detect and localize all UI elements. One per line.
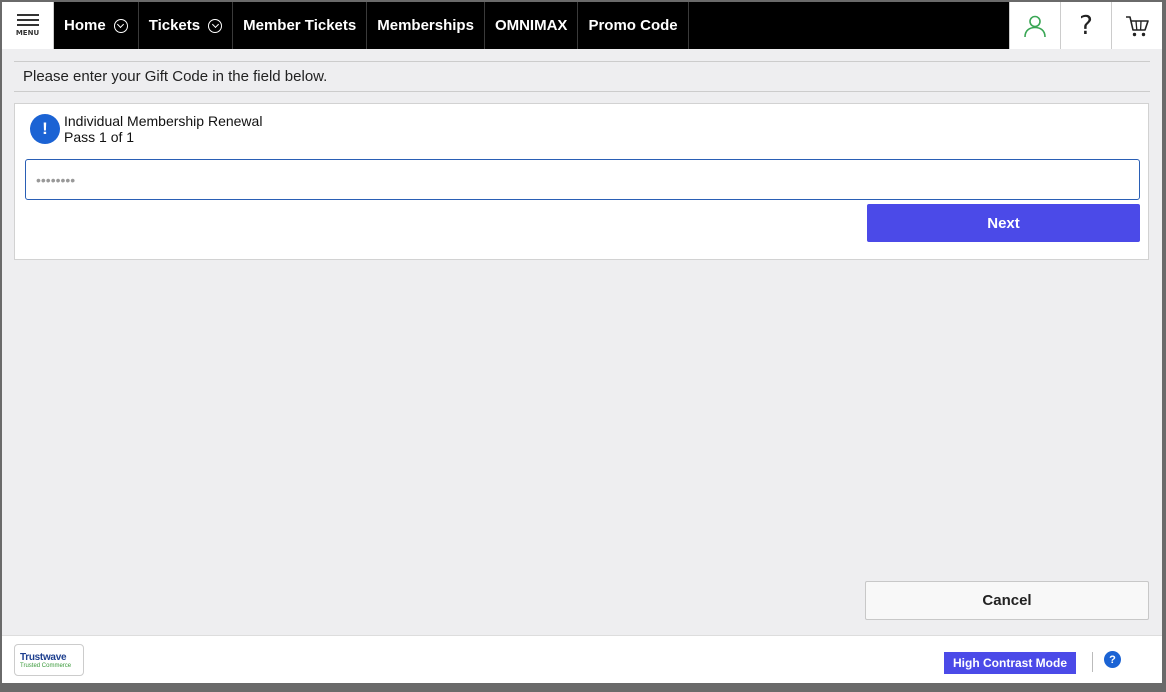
nav-item-label: Promo Code xyxy=(588,17,678,34)
nav-item-label: Member Tickets xyxy=(243,17,357,34)
nav-item-home[interactable]: Home xyxy=(54,2,139,49)
nav-item-label: Tickets xyxy=(148,17,201,34)
info-icon: ! xyxy=(30,114,60,144)
nav-item-omnimax[interactable]: OMNIMAX xyxy=(485,2,579,49)
gift-code-input[interactable] xyxy=(25,159,1140,200)
help-icon[interactable]: ? xyxy=(1104,651,1121,668)
trustwave-subtitle: Trusted Commerce xyxy=(20,662,72,669)
pass-card: ! Individual Membership Renewal Pass 1 o… xyxy=(14,103,1149,260)
cart-icon xyxy=(1126,15,1149,36)
top-navigation-bar: MENU Home Tickets Member Tickets Members… xyxy=(2,2,1162,49)
cancel-button[interactable]: Cancel xyxy=(865,581,1149,620)
chevron-down-icon xyxy=(208,18,223,33)
next-button[interactable]: Next xyxy=(867,204,1140,242)
nav-item-member-tickets[interactable]: Member Tickets xyxy=(233,2,368,49)
cart-button[interactable] xyxy=(1111,2,1162,49)
trustwave-badge[interactable]: Trustwave Trusted Commerce xyxy=(14,644,84,676)
help-icon: ? xyxy=(1079,10,1093,41)
high-contrast-mode-button[interactable]: High Contrast Mode xyxy=(944,652,1076,674)
footer: Trustwave Trusted Commerce High Contrast… xyxy=(2,635,1162,683)
nav-item-promo-code[interactable]: Promo Code xyxy=(578,2,689,49)
menu-label: MENU xyxy=(15,29,40,37)
gift-code-panel: Please enter your Gift Code in the field… xyxy=(2,49,1162,635)
nav-item-label: Home xyxy=(64,17,106,34)
divider xyxy=(14,91,1150,92)
nav-item-tickets[interactable]: Tickets xyxy=(139,2,234,49)
divider xyxy=(1092,652,1093,672)
divider xyxy=(14,61,1150,62)
pass-count: Pass 1 of 1 xyxy=(64,129,135,145)
nav-item-memberships[interactable]: Memberships xyxy=(367,2,485,49)
nav-item-label: OMNIMAX xyxy=(494,17,568,34)
nav-item-label: Memberships xyxy=(377,17,474,34)
account-icon xyxy=(1024,15,1046,37)
menu-button[interactable]: MENU xyxy=(2,2,54,49)
instruction-text: Please enter your Gift Code in the field… xyxy=(23,68,328,85)
hamburger-icon xyxy=(16,14,39,26)
account-button[interactable] xyxy=(1009,2,1060,49)
pass-title: Individual Membership Renewal xyxy=(64,113,263,129)
trustwave-name: Trustwave xyxy=(20,651,67,663)
chevron-down-icon xyxy=(113,18,128,33)
help-button[interactable]: ? xyxy=(1060,2,1111,49)
